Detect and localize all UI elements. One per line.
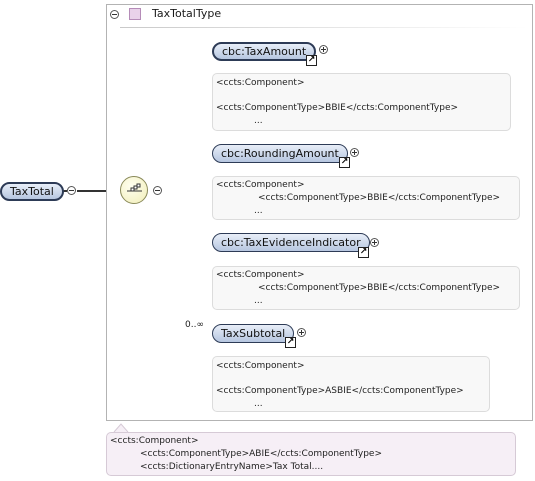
main-annotation-pointer (113, 423, 129, 433)
annotation-line: <ccts:Component> (110, 436, 199, 446)
annotation-main: <ccts:Component> <ccts:ComponentType>ABI… (106, 432, 516, 476)
annotation-line: <ccts:ComponentType>ABIE</ccts:Component… (140, 449, 383, 459)
annotation-line: <ccts:DictionaryEntryName>Tax Total.... (140, 462, 324, 472)
